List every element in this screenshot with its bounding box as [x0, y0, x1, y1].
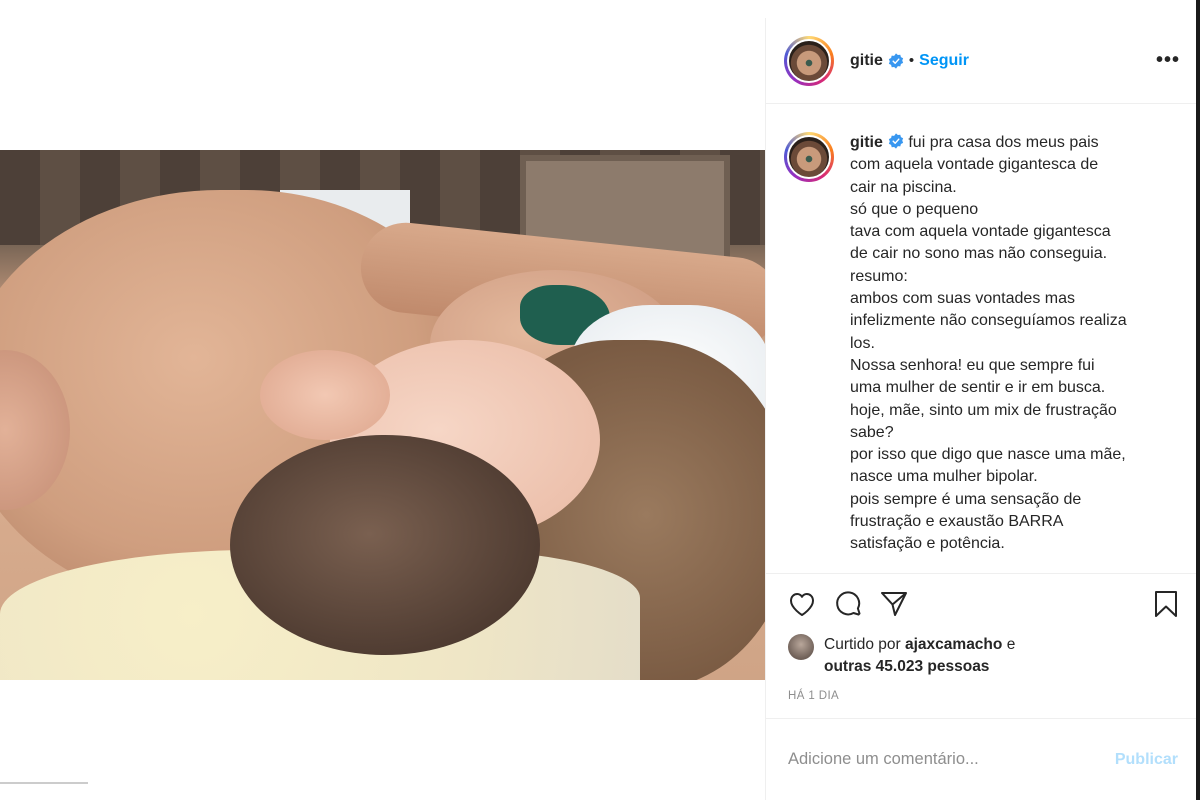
- post-media-pane: [0, 0, 765, 800]
- liker-username[interactable]: ajaxcamacho: [905, 636, 1002, 653]
- caption-line: ambos com suas vontades mas: [850, 290, 1075, 308]
- caption-line: uma mulher de sentir e ir em busca.: [850, 379, 1106, 397]
- caption-area: gitie fui pra casa dos meus pais com aqu…: [766, 104, 1200, 574]
- caption-line: satisfação e potência.: [850, 535, 1005, 553]
- caption-line: frustração e exaustão BARRA: [850, 513, 1064, 531]
- photo-baby-head: [230, 435, 540, 655]
- bookmark-icon[interactable]: [1150, 588, 1182, 620]
- caption-line: sabe?: [850, 423, 894, 441]
- caption-line: tava com aquela vontade gigantesca: [850, 223, 1111, 241]
- avatar[interactable]: [784, 35, 834, 86]
- window-scrollbar[interactable]: [1196, 0, 1200, 800]
- verified-badge-icon: [888, 52, 904, 69]
- caption-line: por isso que digo que nasce uma mãe,: [850, 446, 1126, 464]
- caption-line: gitie fui pra casa dos meus pais: [850, 132, 1170, 154]
- likes-others[interactable]: outras 45.023 pessoas: [824, 658, 989, 675]
- bottom-divider: [0, 782, 88, 784]
- verified-badge-icon: [888, 133, 904, 149]
- likes-text: Curtido por ajaxcamacho e outras 45.023 …: [824, 634, 1015, 678]
- post-timestamp[interactable]: HÁ 1 DIA: [766, 678, 1200, 702]
- caption-text: gitie fui pra casa dos meus pais com aqu…: [850, 132, 1170, 573]
- caption-line: nasce uma mulher bipolar.: [850, 468, 1038, 486]
- separator-dot: •: [908, 52, 915, 69]
- caption-line: resumo:: [850, 267, 908, 285]
- caption-avatar-image: [787, 135, 831, 179]
- caption-line: los.: [850, 334, 875, 352]
- likes-summary: Curtido por ajaxcamacho e outras 45.023 …: [766, 634, 1200, 678]
- avatar-image: [787, 38, 831, 83]
- comment-icon[interactable]: [832, 588, 864, 620]
- comment-composer: Publicar: [766, 718, 1200, 800]
- post-sidebar: gitie • Seguir ••• gitie fui pra casa do…: [765, 18, 1200, 800]
- caption-username[interactable]: gitie: [850, 134, 883, 151]
- caption-line: pois sempre é uma sensação de: [850, 490, 1082, 508]
- likes-prefix: Curtido por: [824, 636, 901, 653]
- caption-line: de cair no sono mas não conseguia.: [850, 245, 1108, 263]
- share-icon[interactable]: [878, 588, 910, 620]
- more-options-icon[interactable]: •••: [1156, 49, 1180, 72]
- follow-button[interactable]: Seguir: [919, 52, 969, 70]
- comment-input[interactable]: [788, 750, 1115, 769]
- caption-line: cair na piscina.: [850, 178, 957, 196]
- caption-line: hoje, mãe, sinto um mix de frustração: [850, 401, 1117, 419]
- caption-avatar[interactable]: [784, 132, 834, 182]
- caption-line: só que o pequeno: [850, 200, 979, 218]
- liker-avatar[interactable]: [788, 634, 814, 660]
- caption-line: Nossa senhora! eu que sempre fui: [850, 356, 1095, 374]
- likes-connector: e: [1006, 636, 1016, 653]
- caption-line: com aquela vontade gigantesca de: [850, 156, 1099, 174]
- username[interactable]: gitie: [850, 52, 883, 70]
- photo-baby-hand: [260, 350, 390, 440]
- caption-line: infelizmente não conseguíamos realiza: [850, 312, 1127, 330]
- post-header: gitie • Seguir •••: [766, 18, 1200, 104]
- heart-icon[interactable]: [786, 588, 818, 620]
- publish-button[interactable]: Publicar: [1115, 751, 1178, 769]
- action-bar: [766, 574, 1200, 634]
- post-photo[interactable]: [0, 150, 765, 680]
- caption-line-text: fui pra casa dos meus pais: [908, 134, 1099, 151]
